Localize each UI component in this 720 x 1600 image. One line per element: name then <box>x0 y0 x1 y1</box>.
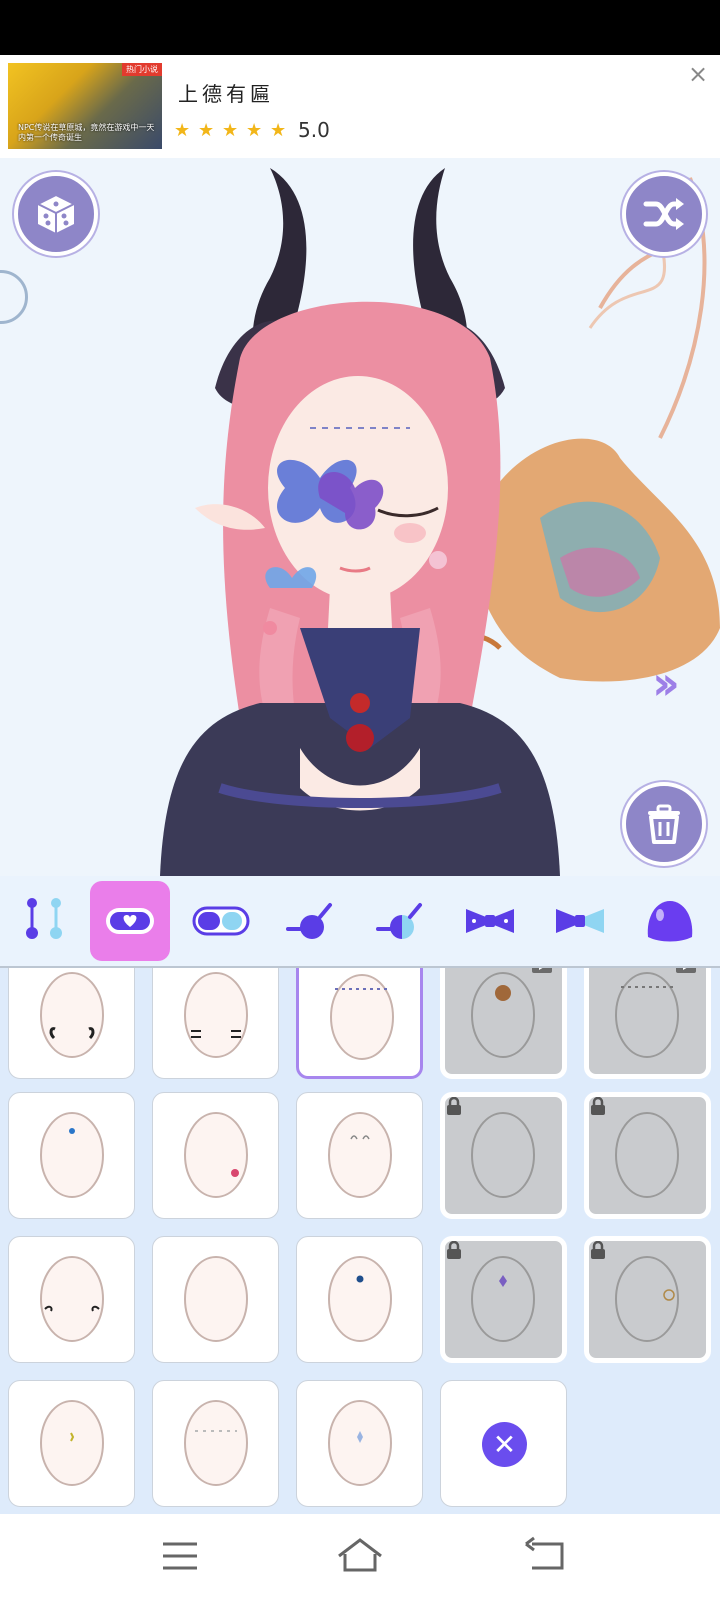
ad-banner[interactable]: 热门小说 NPC传说在草原城，竟然在游戏中一天内第一个传奇诞生 <box>0 55 720 158</box>
randomize-button[interactable] <box>14 172 98 256</box>
lock-icon <box>447 1241 461 1259</box>
item-tile[interactable] <box>152 1092 279 1219</box>
face-preview <box>184 972 248 1058</box>
mouth-alt-icon <box>376 903 422 939</box>
double-chevron-right-icon[interactable]: ›› <box>652 656 680 710</box>
face-mark-tool[interactable] <box>90 881 170 961</box>
close-icon[interactable]: × <box>686 62 710 86</box>
item-tile[interactable] <box>440 1236 567 1363</box>
face-preview <box>328 1256 392 1342</box>
shuffle-icon <box>643 198 684 230</box>
collar-flower <box>350 693 370 713</box>
item-tile[interactable] <box>152 1236 279 1363</box>
item-tile[interactable] <box>584 1236 711 1363</box>
lock-icon <box>591 1241 605 1259</box>
video-ad-icon <box>676 968 696 973</box>
star-icon: ★ <box>246 119 263 141</box>
item-tile[interactable] <box>296 1092 423 1219</box>
video-ad-icon <box>532 968 552 973</box>
item-tile[interactable] <box>440 1092 567 1219</box>
face-preview <box>184 1256 248 1342</box>
bow-alt-tool[interactable] <box>540 881 620 961</box>
item-tile[interactable] <box>8 1236 135 1363</box>
lock-icon <box>591 1097 605 1115</box>
item-tile[interactable] <box>296 1380 423 1507</box>
blush <box>394 523 426 543</box>
item-tile[interactable] <box>584 968 711 1079</box>
ad-badge: 热门小说 <box>122 63 162 76</box>
ad-caption: NPC传说在草原城，竟然在游戏中一天内第一个传奇诞生 <box>18 123 155 142</box>
face-preview <box>328 1112 392 1198</box>
face-preview <box>328 1400 392 1486</box>
item-tile[interactable] <box>296 1236 423 1363</box>
category-toolbar <box>0 876 720 968</box>
bow-tool[interactable] <box>450 881 530 961</box>
star-icon: ★ <box>270 119 287 141</box>
item-grid: ✕ <box>0 968 720 1514</box>
back-icon[interactable] <box>520 1534 570 1578</box>
face-preview <box>40 972 104 1058</box>
item-tile[interactable] <box>152 968 279 1079</box>
mouth-tool[interactable] <box>270 881 350 961</box>
item-tile[interactable] <box>8 968 135 1079</box>
dice-icon <box>35 193 77 233</box>
face-preview <box>40 1112 104 1198</box>
face-preview <box>184 1400 248 1486</box>
item-tile[interactable] <box>296 968 423 1079</box>
ad-rating-value: 5.0 <box>298 118 330 142</box>
delete-button[interactable] <box>622 782 706 866</box>
character-canvas: ›› <box>0 158 720 876</box>
hair-bead <box>263 621 277 635</box>
mouth-icon <box>286 903 332 939</box>
face-preview <box>471 972 535 1058</box>
star-icon: ★ <box>198 119 215 141</box>
accessory-tool[interactable] <box>0 881 80 961</box>
blob-tool[interactable] <box>630 881 710 961</box>
face-preview <box>615 972 679 1058</box>
heart-mask-icon <box>106 908 154 934</box>
ad-thumbnail[interactable]: 热门小说 NPC传说在草原城，竟然在游戏中一天内第一个传奇诞生 <box>8 63 162 149</box>
cheek-tool[interactable] <box>180 881 260 961</box>
home-icon[interactable] <box>335 1534 385 1578</box>
ad-rating-stars: ★ ★ ★ ★ ★ 5.0 <box>174 118 330 142</box>
bow-alt-icon <box>556 909 604 933</box>
star-icon: ★ <box>222 119 239 141</box>
character-illustration <box>160 168 720 876</box>
remove-item-tile[interactable]: ✕ <box>440 1380 567 1507</box>
system-nav-bar <box>0 1514 720 1600</box>
item-tile[interactable] <box>8 1092 135 1219</box>
ad-title[interactable]: 上德有匾 <box>178 78 274 107</box>
star-icon: ★ <box>174 119 191 141</box>
bow-icon <box>466 909 514 933</box>
status-bar <box>0 0 720 55</box>
blob-icon <box>647 901 693 942</box>
item-tile[interactable] <box>584 1092 711 1219</box>
face-preview <box>184 1112 248 1198</box>
shuffle-button[interactable] <box>622 172 706 256</box>
face-preview <box>40 1256 104 1342</box>
trash-icon <box>648 804 680 844</box>
lock-icon <box>447 1097 461 1115</box>
chest-flower <box>346 724 374 752</box>
mouth-alt-tool[interactable] <box>360 881 440 961</box>
close-icon[interactable]: ✕ <box>482 1422 527 1467</box>
earring-icon <box>26 898 62 939</box>
neck <box>328 588 392 628</box>
item-tile[interactable] <box>8 1380 135 1507</box>
item-tile[interactable] <box>152 1380 279 1507</box>
item-tile[interactable] <box>440 968 567 1079</box>
face-preview <box>330 974 394 1060</box>
earring <box>429 551 447 569</box>
face-preview <box>40 1400 104 1486</box>
cheek-icon <box>192 906 250 936</box>
menu-icon[interactable] <box>155 1534 205 1578</box>
